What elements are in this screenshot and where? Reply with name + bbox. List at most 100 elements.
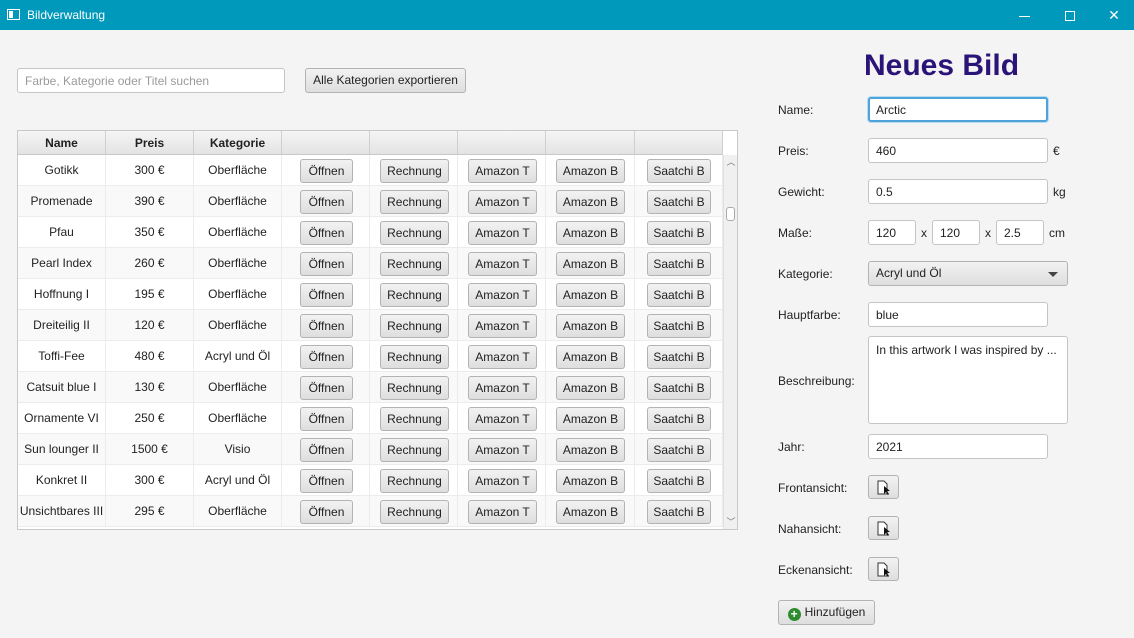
column-header[interactable]	[546, 131, 635, 155]
open-button[interactable]: Öffnen	[300, 314, 353, 338]
open-button[interactable]: Öffnen	[300, 469, 353, 493]
front-view-button[interactable]	[868, 475, 899, 499]
amazon-t-button[interactable]: Amazon T	[468, 500, 537, 524]
invoice-button[interactable]: Rechnung	[380, 159, 449, 183]
amazon-t-button[interactable]: Amazon T	[468, 314, 537, 338]
year-field[interactable]	[868, 434, 1048, 459]
amazon-b-button[interactable]: Amazon B	[556, 469, 625, 493]
amazon-t-button[interactable]: Amazon T	[468, 252, 537, 276]
table-row[interactable]: Dreiteilig II 120 € Oberfläche Öffnen Rechnu…	[18, 310, 723, 341]
amazon-t-button[interactable]: Amazon T	[468, 438, 537, 462]
open-button[interactable]: Öffnen	[300, 190, 353, 214]
amazon-b-button[interactable]: Amazon B	[556, 283, 625, 307]
table-row[interactable]: Ornamente VI 250 € Oberfläche Öffnen Rechnun…	[18, 403, 723, 434]
amazon-t-button[interactable]: Amazon T	[468, 376, 537, 400]
table-row[interactable]: Toffi-Fee 480 € Acryl und Öl Öffnen Rechnung…	[18, 341, 723, 372]
scroll-down-icon[interactable]: ﹀	[726, 517, 736, 527]
amazon-b-button[interactable]: Amazon B	[556, 252, 625, 276]
search-input[interactable]	[17, 68, 285, 93]
open-button[interactable]: Öffnen	[300, 345, 353, 369]
open-button[interactable]: Öffnen	[300, 376, 353, 400]
open-button[interactable]: Öffnen	[300, 283, 353, 307]
scroll-up-icon[interactable]: ︿	[726, 157, 736, 167]
column-header[interactable]: Kategorie	[194, 131, 282, 155]
open-button[interactable]: Öffnen	[300, 438, 353, 462]
open-button[interactable]: Öffnen	[300, 221, 353, 245]
column-header[interactable]	[458, 131, 546, 155]
open-button[interactable]: Öffnen	[300, 500, 353, 524]
invoice-button[interactable]: Rechnung	[380, 500, 449, 524]
close-button[interactable]: ✕	[1091, 0, 1134, 30]
amazon-t-button[interactable]: Amazon T	[468, 159, 537, 183]
saatchi-b-button[interactable]: Saatchi B	[647, 252, 711, 276]
scroll-thumb[interactable]	[726, 207, 735, 221]
table-row[interactable]: Hoffnung I 195 € Oberfläche Öffnen Rechnung A…	[18, 279, 723, 310]
invoice-button[interactable]: Rechnung	[380, 345, 449, 369]
column-header[interactable]: Name	[18, 131, 106, 155]
amazon-b-button[interactable]: Amazon B	[556, 407, 625, 431]
open-button[interactable]: Öffnen	[300, 252, 353, 276]
column-header[interactable]	[370, 131, 458, 155]
table-row[interactable]: Pearl Index 260 € Oberfläche Öffnen Rechnung…	[18, 248, 723, 279]
table-row[interactable]: Promenade 390 € Oberfläche Öffnen Rechnung Am…	[18, 186, 723, 217]
invoice-button[interactable]: Rechnung	[380, 407, 449, 431]
amazon-t-button[interactable]: Amazon T	[468, 190, 537, 214]
height-field[interactable]	[932, 220, 980, 245]
saatchi-b-button[interactable]: Saatchi B	[647, 159, 711, 183]
corner-view-button[interactable]	[868, 557, 899, 581]
amazon-b-button[interactable]: Amazon B	[556, 438, 625, 462]
invoice-button[interactable]: Rechnung	[380, 314, 449, 338]
maximize-button[interactable]	[1047, 0, 1093, 30]
saatchi-b-button[interactable]: Saatchi B	[647, 376, 711, 400]
weight-field[interactable]	[868, 179, 1048, 204]
invoice-button[interactable]: Rechnung	[380, 469, 449, 493]
amazon-t-button[interactable]: Amazon T	[468, 469, 537, 493]
table-row[interactable]: Sun lounger II 1500 € Visio Öffnen Rechnung A…	[18, 434, 723, 465]
column-header[interactable]: Preis	[106, 131, 194, 155]
invoice-button[interactable]: Rechnung	[380, 283, 449, 307]
amazon-t-button[interactable]: Amazon T	[468, 407, 537, 431]
main-color-field[interactable]	[868, 302, 1048, 327]
price-field[interactable]	[868, 138, 1048, 163]
open-button[interactable]: Öffnen	[300, 159, 353, 183]
saatchi-b-button[interactable]: Saatchi B	[647, 407, 711, 431]
amazon-b-button[interactable]: Amazon B	[556, 221, 625, 245]
amazon-t-button[interactable]: Amazon T	[468, 221, 537, 245]
amazon-t-button[interactable]: Amazon T	[468, 283, 537, 307]
amazon-b-button[interactable]: Amazon B	[556, 376, 625, 400]
invoice-button[interactable]: Rechnung	[380, 438, 449, 462]
category-select[interactable]: Acryl und Öl	[868, 261, 1068, 286]
saatchi-b-button[interactable]: Saatchi B	[647, 469, 711, 493]
amazon-b-button[interactable]: Amazon B	[556, 500, 625, 524]
amazon-b-button[interactable]: Amazon B	[556, 159, 625, 183]
amazon-b-button[interactable]: Amazon B	[556, 345, 625, 369]
saatchi-b-button[interactable]: Saatchi B	[647, 345, 711, 369]
saatchi-b-button[interactable]: Saatchi B	[647, 283, 711, 307]
close-view-button[interactable]	[868, 516, 899, 540]
saatchi-b-button[interactable]: Saatchi B	[647, 438, 711, 462]
table-row[interactable]: Gotikk 300 € Oberfläche Öffnen Rechnung Amazo…	[18, 155, 723, 186]
table-row[interactable]: Pfau 350 € Oberfläche Öffnen Rechnung Amazon …	[18, 217, 723, 248]
saatchi-b-button[interactable]: Saatchi B	[647, 314, 711, 338]
saatchi-b-button[interactable]: Saatchi B	[647, 221, 711, 245]
amazon-b-button[interactable]: Amazon B	[556, 190, 625, 214]
saatchi-b-button[interactable]: Saatchi B	[647, 500, 711, 524]
column-header[interactable]	[635, 131, 723, 155]
table-row[interactable]: Unsichtbares III 295 € Oberfläche Öffnen Rec…	[18, 496, 723, 527]
description-field[interactable]: In this artwork I was inspired by ...	[868, 336, 1068, 424]
table-scrollbar[interactable]: ︿ ﹀	[723, 155, 737, 529]
invoice-button[interactable]: Rechnung	[380, 190, 449, 214]
open-button[interactable]: Öffnen	[300, 407, 353, 431]
saatchi-b-button[interactable]: Saatchi B	[647, 190, 711, 214]
minimize-button[interactable]	[1001, 0, 1047, 30]
table-row[interactable]: Catsuit blue I 130 € Oberfläche Öffnen Rechn…	[18, 372, 723, 403]
depth-field[interactable]	[996, 220, 1044, 245]
name-field[interactable]	[868, 97, 1048, 122]
invoice-button[interactable]: Rechnung	[380, 376, 449, 400]
table-row[interactable]: Konkret II 300 € Acryl und Öl Öffnen Rechnun…	[18, 465, 723, 496]
add-button[interactable]: + Hinzufügen	[778, 600, 875, 625]
width-field[interactable]	[868, 220, 916, 245]
amazon-t-button[interactable]: Amazon T	[468, 345, 537, 369]
amazon-b-button[interactable]: Amazon B	[556, 314, 625, 338]
invoice-button[interactable]: Rechnung	[380, 221, 449, 245]
